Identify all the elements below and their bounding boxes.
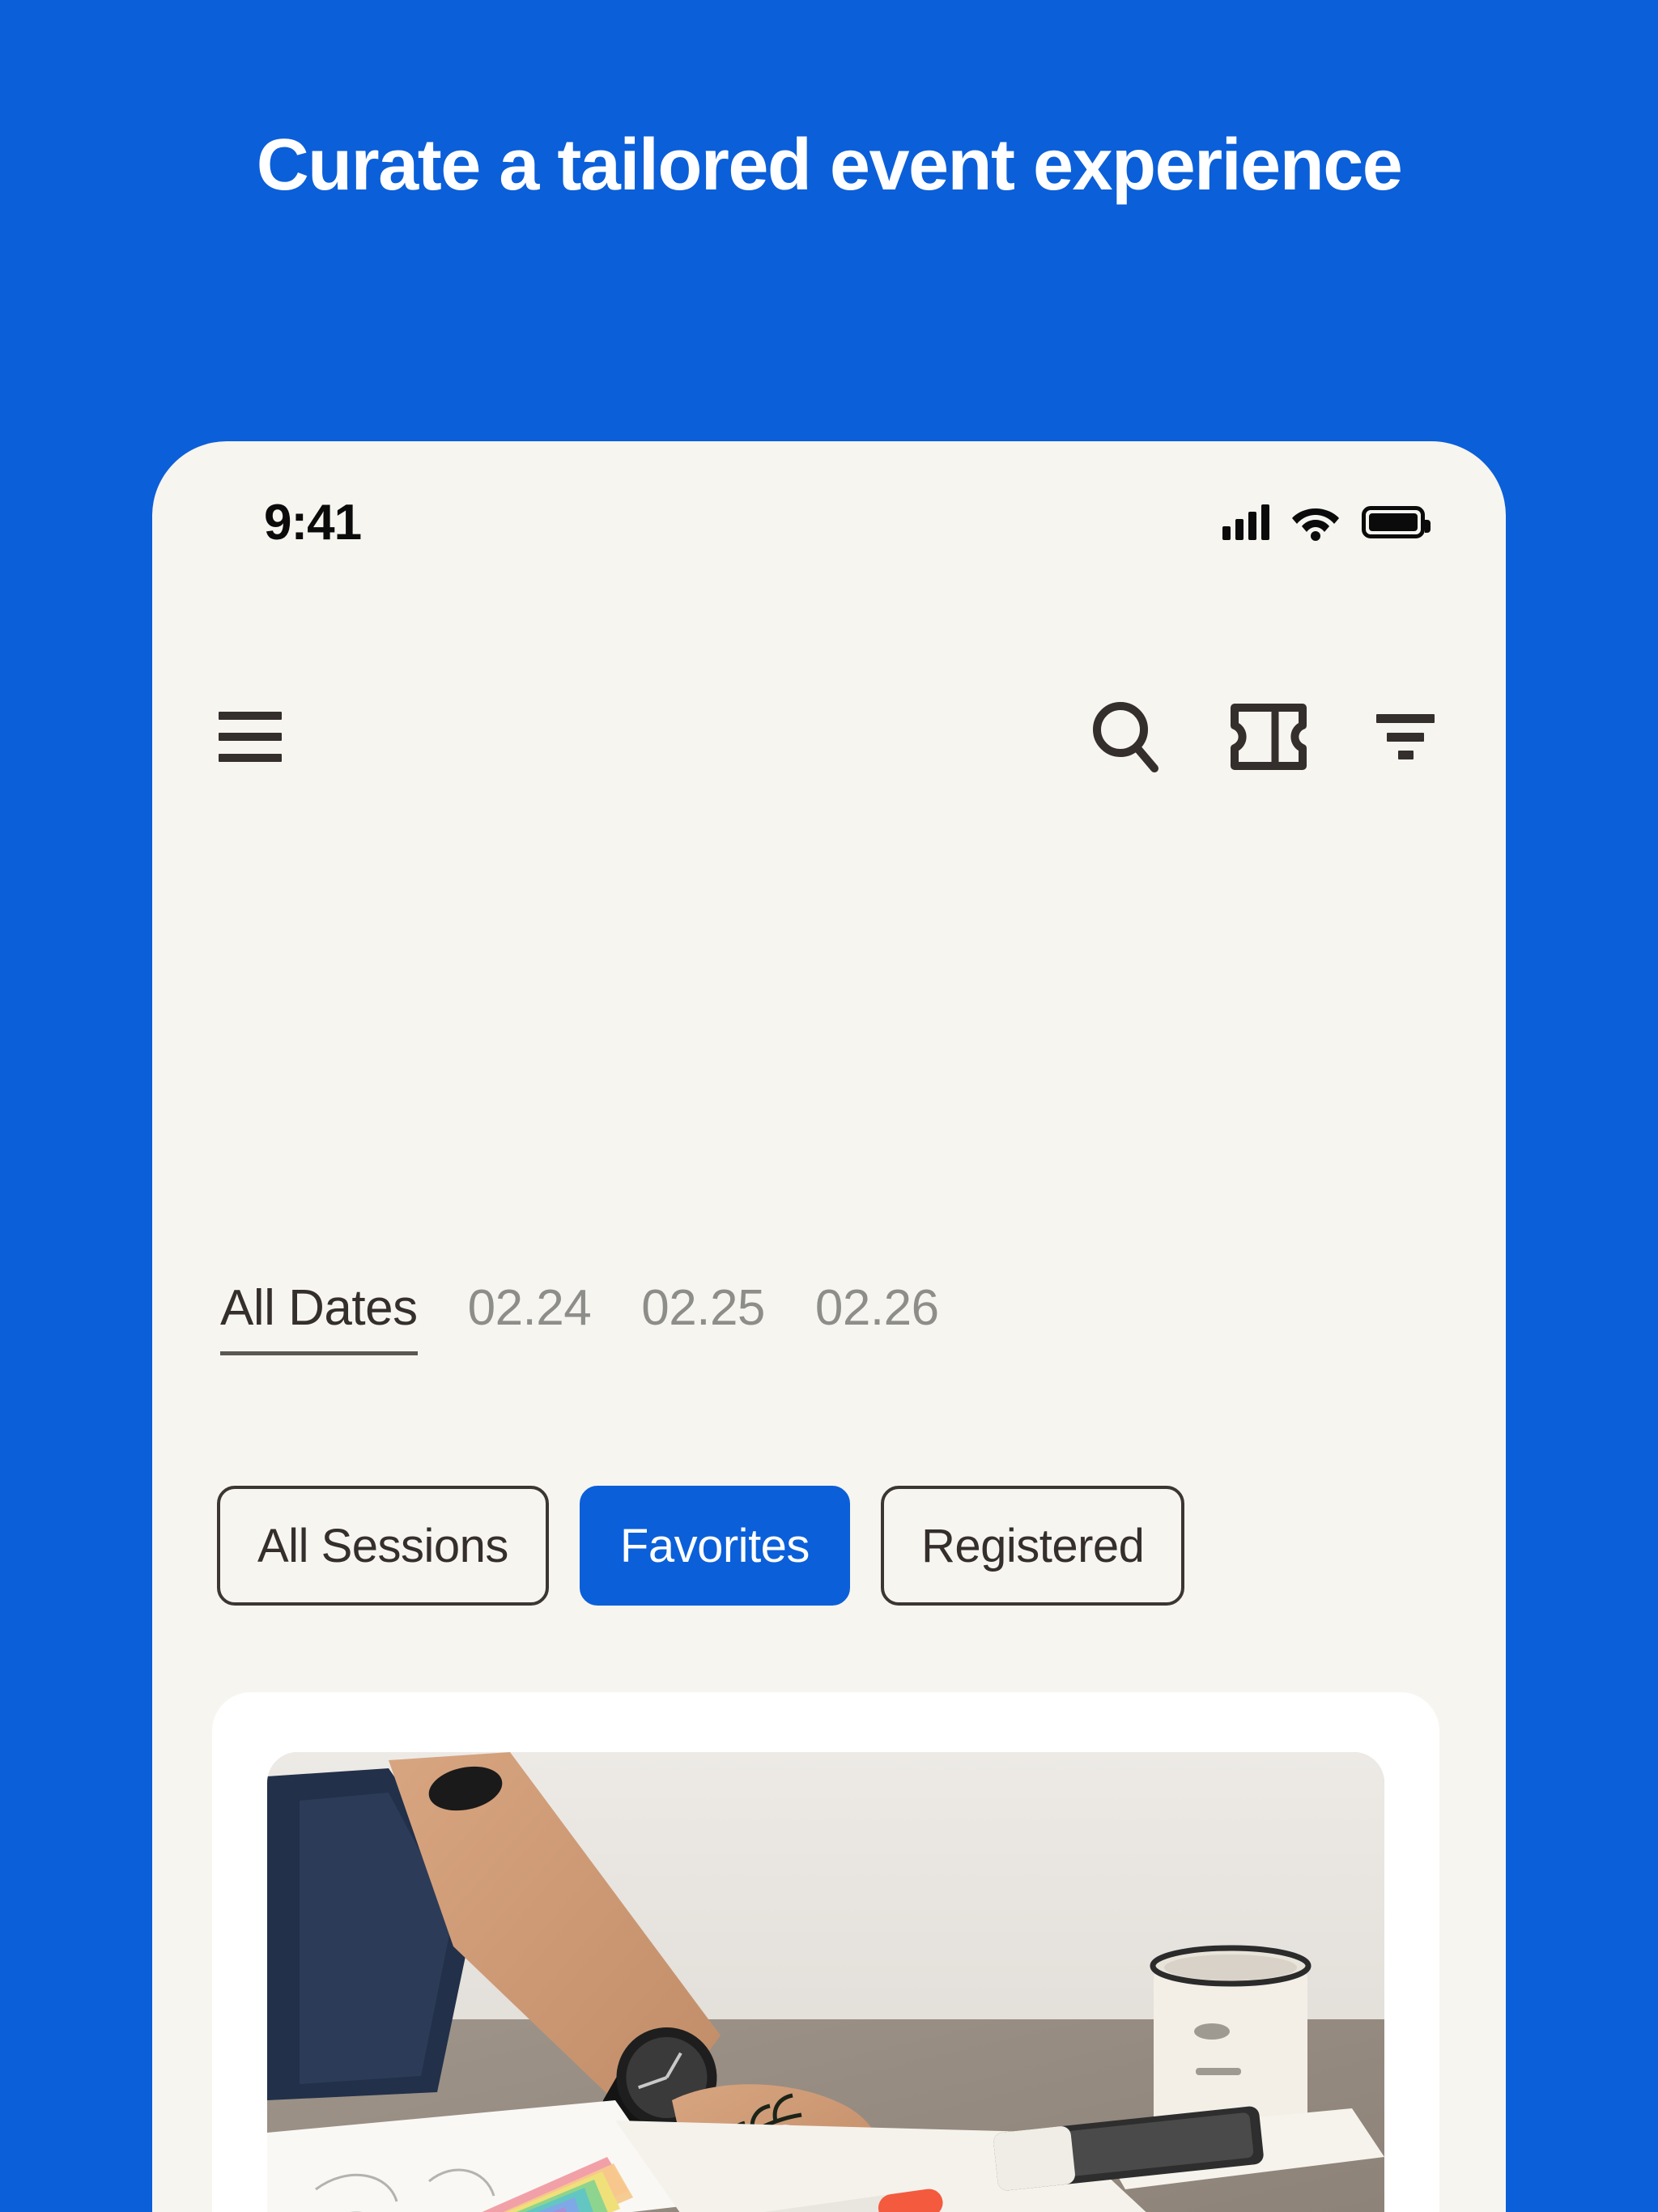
ticket-icon[interactable]	[1229, 703, 1308, 771]
date-tab-bar: All Dates 02.24 02.25 02.26	[152, 1279, 1506, 1355]
status-bar-icons	[1222, 504, 1431, 541]
cellular-signal-icon	[1222, 504, 1269, 540]
date-tab-0224[interactable]: 02.24	[468, 1279, 592, 1351]
promo-screenshot: Curate a tailored event experience 9:41	[0, 0, 1658, 2212]
app-nav-bar	[152, 684, 1506, 789]
nav-actions	[1090, 700, 1435, 774]
session-card-photo	[267, 1752, 1384, 2212]
session-card[interactable]: Feb 25, Tuesday 9:15am-9:45am Hands on: …	[212, 1692, 1439, 2212]
designer-desk-illustration	[267, 1752, 1384, 2212]
session-filter-pills: All Sessions Favorites Registered	[152, 1486, 1506, 1606]
phone-mockup: 9:41 All Dates 02.24 02.25 02.26 All Ses…	[152, 441, 1506, 2212]
promo-headline: Curate a tailored event experience	[256, 125, 1403, 206]
pill-registered[interactable]: Registered	[880, 1486, 1185, 1606]
filter-icon[interactable]	[1376, 714, 1435, 759]
pill-all-sessions[interactable]: All Sessions	[217, 1486, 549, 1606]
date-tab-0225[interactable]: 02.25	[641, 1279, 765, 1351]
date-tab-0226[interactable]: 02.26	[815, 1279, 939, 1351]
battery-icon	[1362, 506, 1431, 538]
hamburger-menu-icon[interactable]	[219, 712, 282, 762]
wifi-icon	[1290, 504, 1341, 541]
pill-favorites[interactable]: Favorites	[579, 1486, 850, 1606]
status-bar-clock: 9:41	[264, 494, 362, 551]
date-tab-all-dates[interactable]: All Dates	[220, 1279, 418, 1355]
status-bar: 9:41	[152, 474, 1506, 571]
search-icon[interactable]	[1090, 700, 1161, 774]
